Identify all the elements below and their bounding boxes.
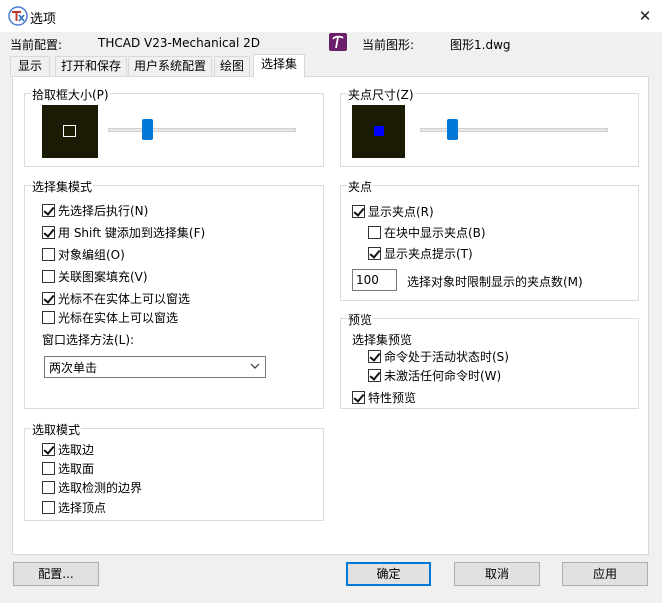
selection-tab-panel: 拾取框大小(P) 夹点尺寸(Z) 选择集模式 先选择后执行(N) 用 Shift…: [12, 76, 649, 555]
grip-size-group: 夹点尺寸(Z): [340, 86, 639, 167]
preview-no-command-checkbox[interactable]: 未激活任何命令时(W): [368, 367, 501, 384]
associative-hatch-checkbox[interactable]: 关联图案填充(V): [42, 268, 148, 285]
selection-modes-group: 选择集模式 先选择后执行(N) 用 Shift 键添加到选择集(F) 对象编组(…: [24, 178, 324, 409]
pickbox-preview: [42, 105, 98, 158]
current-profile-label: 当前配置:: [10, 38, 63, 52]
noun-verb-selection-checkbox[interactable]: 先选择后执行(N): [42, 202, 148, 219]
tab-open-save[interactable]: 打开和保存: [55, 56, 127, 77]
checkbox-label: 先选择后执行(N): [58, 204, 149, 218]
window-method-select[interactable]: 两次单击: [44, 356, 266, 378]
show-grips-in-blocks-checkbox[interactable]: 在块中显示夹点(B): [368, 224, 486, 241]
chevron-down-icon: [250, 363, 260, 369]
show-grip-tips-checkbox[interactable]: 显示夹点提示(T): [368, 245, 473, 262]
checkbox-label: 显示夹点提示(T): [384, 247, 473, 261]
shift-add-checkbox[interactable]: 用 Shift 键添加到选择集(F): [42, 224, 205, 241]
pick-mode-group: 选取模式 选取边 选取面 选取检测的边界 选择顶点: [24, 421, 324, 521]
checkbox-box[interactable]: [368, 369, 381, 382]
checkbox-label: 用 Shift 键添加到选择集(F): [58, 226, 206, 240]
object-grouping-checkbox[interactable]: 对象编组(O): [42, 246, 125, 263]
checkbox-box[interactable]: [42, 248, 55, 261]
grip-size-legend: 夹点尺寸(Z): [347, 86, 415, 103]
grip-size-slider-thumb[interactable]: [447, 119, 458, 140]
checkbox-box[interactable]: [42, 204, 55, 217]
show-grips-checkbox[interactable]: 显示夹点(R): [352, 203, 434, 220]
checkbox-label: 显示夹点(R): [368, 205, 434, 219]
checkbox-label: 选取检测的边界: [58, 481, 143, 495]
checkbox-label: 选取边: [58, 443, 95, 457]
current-drawing-label: 当前图形:: [362, 38, 415, 52]
tab-display[interactable]: 显示: [10, 56, 50, 77]
checkbox-box[interactable]: [42, 443, 55, 456]
window-method-value: 两次单击: [49, 360, 98, 375]
checkbox-box[interactable]: [42, 270, 55, 283]
checkbox-label: 未激活任何命令时(W): [384, 369, 502, 383]
current-drawing-value: 图形1.dwg: [450, 38, 511, 52]
grips-legend: 夹点: [347, 178, 374, 195]
apply-button[interactable]: 应用: [562, 562, 648, 586]
checkbox-label: 光标在实体上可以窗选: [58, 311, 179, 325]
ok-button[interactable]: 确定: [346, 562, 431, 586]
pick-mode-legend: 选取模式: [31, 421, 82, 438]
checkbox-label: 特性预览: [368, 391, 417, 405]
app-logo-icon: [8, 6, 28, 26]
checkbox-box[interactable]: [42, 311, 55, 324]
tab-selection[interactable]: 选择集: [253, 54, 305, 78]
tab-user-preferences[interactable]: 用户系统配置: [128, 56, 212, 77]
checkbox-label: 关联图案填充(V): [58, 270, 148, 284]
property-preview-checkbox[interactable]: 特性预览: [352, 389, 416, 406]
pick-edge-checkbox[interactable]: 选取边: [42, 441, 94, 458]
drawing-file-icon: [329, 33, 347, 51]
tab-drafting[interactable]: 绘图: [214, 56, 250, 77]
title-bar: 选项 ✕: [0, 0, 662, 32]
checkbox-box[interactable]: [42, 226, 55, 239]
preview-group: 预览 选择集预览 命令处于活动状态时(S) 未激活任何命令时(W) 特性预览: [340, 311, 639, 409]
grip-size-preview: [352, 105, 405, 158]
checkbox-label: 在块中显示夹点(B): [384, 226, 486, 240]
checkbox-label: 光标不在实体上可以窗选: [58, 292, 191, 306]
grip-limit-input[interactable]: 100: [352, 269, 397, 291]
selection-preview-label: 选择集预览: [352, 333, 413, 347]
pickbox-square: [63, 125, 76, 137]
preview-legend: 预览: [347, 311, 374, 328]
preview-command-active-checkbox[interactable]: 命令处于活动状态时(S): [368, 348, 509, 365]
checkbox-box[interactable]: [42, 501, 55, 514]
grips-group: 夹点 显示夹点(R) 在块中显示夹点(B) 显示夹点提示(T) 100 选择对象…: [340, 178, 639, 301]
checkbox-box[interactable]: [42, 462, 55, 475]
checkbox-box[interactable]: [368, 226, 381, 239]
pickbox-size-legend: 拾取框大小(P): [31, 86, 110, 103]
window-method-label: 窗口选择方法(L):: [42, 333, 135, 347]
pickbox-slider-track[interactable]: [108, 128, 296, 132]
checkbox-box[interactable]: [368, 350, 381, 363]
checkbox-label: 选取面: [58, 462, 95, 476]
checkbox-box[interactable]: [42, 481, 55, 494]
pick-vertex-checkbox[interactable]: 选择顶点: [42, 499, 106, 516]
implied-window-on-entity-checkbox[interactable]: 光标在实体上可以窗选: [42, 309, 178, 326]
checkbox-label: 对象编组(O): [58, 248, 125, 262]
checkbox-box[interactable]: [42, 292, 55, 305]
pickbox-slider-thumb[interactable]: [142, 119, 153, 140]
implied-window-off-entity-checkbox[interactable]: 光标不在实体上可以窗选: [42, 290, 190, 307]
checkbox-label: 命令处于活动状态时(S): [384, 350, 509, 364]
window-title: 选项: [30, 12, 57, 27]
pick-face-checkbox[interactable]: 选取面: [42, 460, 94, 477]
config-button[interactable]: 配置...: [13, 562, 99, 586]
selection-modes-legend: 选择集模式: [31, 178, 94, 195]
checkbox-box[interactable]: [352, 205, 365, 218]
current-profile-value: THCAD V23-Mechanical 2D: [98, 36, 261, 50]
grip-limit-label: 选择对象时限制显示的夹点数(M): [407, 275, 583, 289]
checkbox-box[interactable]: [368, 247, 381, 260]
pick-detected-boundary-checkbox[interactable]: 选取检测的边界: [42, 479, 142, 496]
checkbox-box[interactable]: [352, 391, 365, 404]
pickbox-size-group: 拾取框大小(P): [24, 86, 324, 167]
close-button[interactable]: ✕: [632, 4, 658, 28]
grip-square: [374, 126, 384, 136]
cancel-button[interactable]: 取消: [454, 562, 540, 586]
checkbox-label: 选择顶点: [58, 501, 107, 515]
